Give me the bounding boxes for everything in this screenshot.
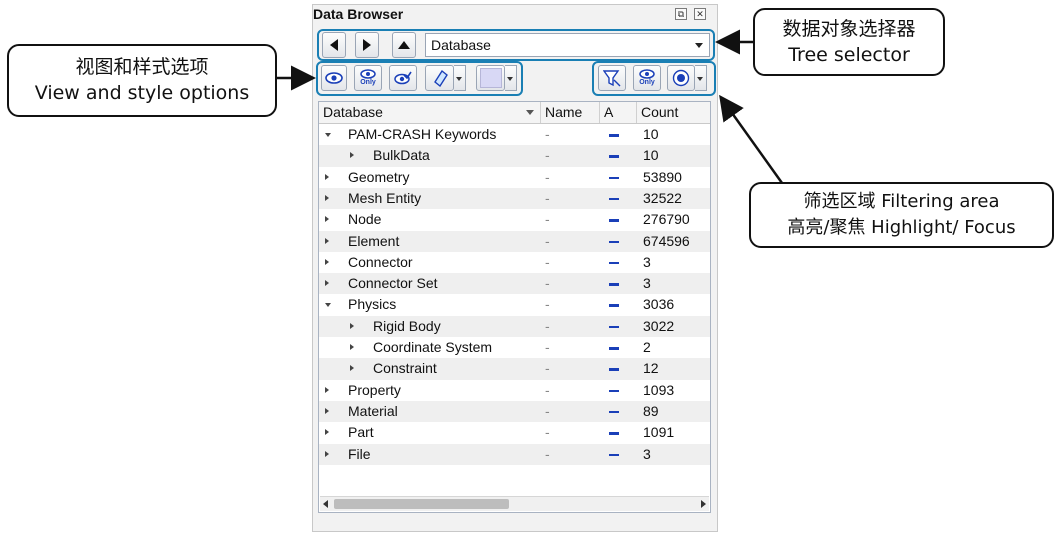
filter-area-cn-label: 筛选区域 Filtering area xyxy=(803,191,1000,212)
view-options-cn-label: 视图和样式选项 xyxy=(75,56,209,78)
filter-area-en-label: 高亮/聚焦 Highlight/ Focus xyxy=(787,217,1016,238)
tree-selector-cn-label: 数据对象选择器 xyxy=(782,18,916,40)
view-options-en-label: View and style options xyxy=(34,82,250,104)
view-options-callout: 视图和样式选项 View and style options xyxy=(7,44,277,117)
tree-selector-callout: 数据对象选择器 Tree selector xyxy=(753,8,945,76)
tree-selector-en-label: Tree selector xyxy=(788,44,910,66)
filter-area-callout: 筛选区域 Filtering area 高亮/聚焦 Highlight/ Foc… xyxy=(749,182,1054,248)
